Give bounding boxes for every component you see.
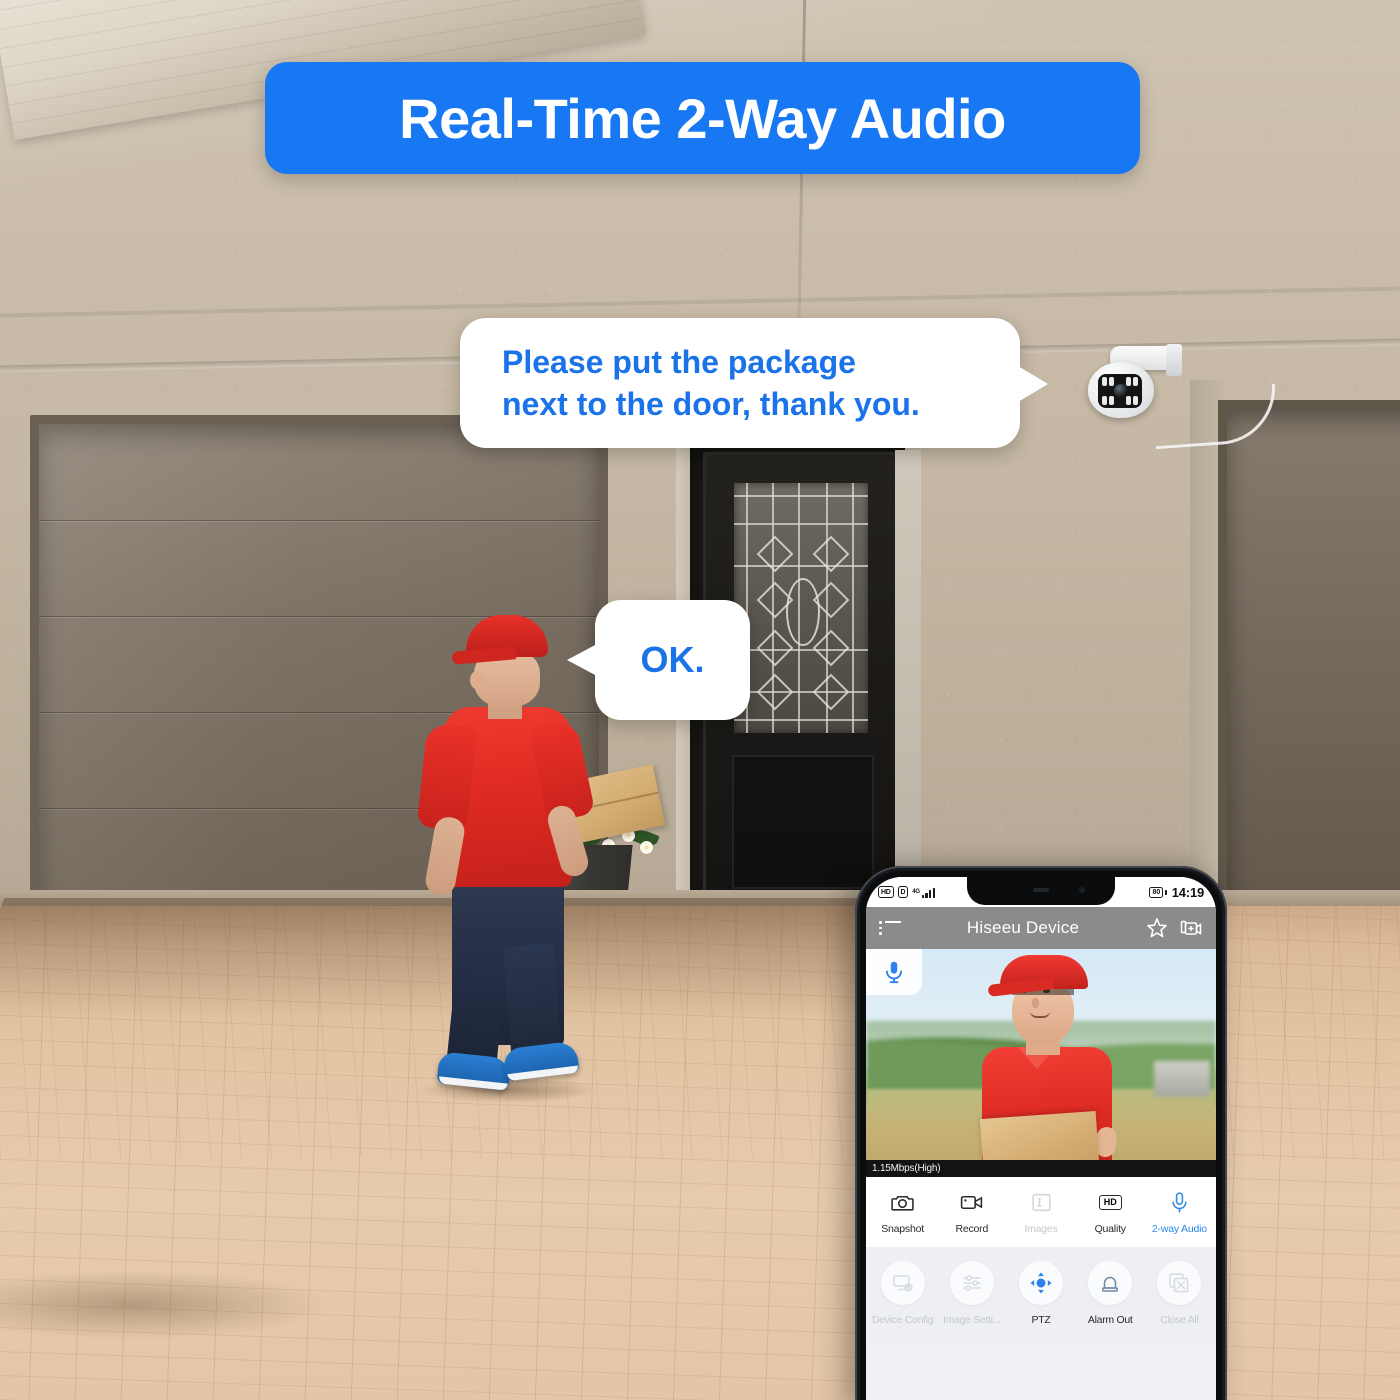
secondary-controls-row: Device Config Image Setti... PTZ Alarm O… [866, 1247, 1216, 1342]
list-menu-icon[interactable] [879, 920, 901, 936]
door-lower-panel [732, 755, 874, 889]
control-device-config[interactable]: Device Config [868, 1261, 937, 1326]
door-glass-oval [786, 578, 820, 646]
control-images[interactable]: Images [1006, 1189, 1075, 1235]
sim-indicator: D [897, 886, 909, 898]
video-camera-icon [957, 1189, 987, 1216]
control-label: Device Config [871, 1314, 934, 1326]
delivery-man-with-package [960, 955, 1136, 1177]
hd-indicator: HD [878, 886, 894, 898]
earpiece-speaker [1033, 888, 1049, 892]
control-label: Image Setti... [942, 1314, 1001, 1326]
phone-screen: HD D 4G 80 14:19 Hiseeu Device 1.15Mbps(… [866, 877, 1216, 1400]
control-close-all[interactable]: Close All [1145, 1261, 1214, 1326]
camera-speech-bubble: Please put the package next to the door,… [460, 318, 1048, 448]
ground-shadow-blob [0, 1270, 330, 1340]
garage-door-right [1218, 400, 1400, 908]
front-camera [1079, 887, 1085, 893]
siren-icon [1088, 1261, 1133, 1305]
control-ptz[interactable]: PTZ [1006, 1261, 1075, 1326]
control-label: Snapshot [881, 1223, 924, 1235]
control-alarm-out[interactable]: Alarm Out [1076, 1261, 1145, 1326]
camera-speech-line2: next to the door, thank you. [502, 386, 920, 422]
battery-icon: 80 [1149, 886, 1167, 898]
camera-speech-line1: Please put the package [502, 343, 856, 380]
control-quality[interactable]: HD Quality [1076, 1189, 1145, 1235]
person-speech-bubble: OK. [567, 600, 750, 720]
primary-controls-row: Snapshot Record Images HD Quality 2-way … [866, 1177, 1216, 1247]
sliders-icon [949, 1261, 994, 1305]
microphone-icon[interactable] [866, 949, 922, 995]
camera-icon [888, 1189, 918, 1216]
hd-badge-icon: HD [1095, 1189, 1125, 1216]
star-icon[interactable] [1145, 916, 1169, 940]
add-camera-view-icon[interactable] [1179, 916, 1203, 940]
app-header: Hiseeu Device [866, 907, 1216, 949]
image-icon [1026, 1189, 1056, 1216]
control-label: Quality [1094, 1223, 1126, 1235]
page-title: Real-Time 2-Way Audio [399, 86, 1006, 150]
person-speech-text: OK. [640, 639, 705, 680]
control-2way-audio[interactable]: 2-way Audio [1145, 1189, 1214, 1235]
control-record[interactable]: Record [937, 1189, 1006, 1235]
door-sidelight [895, 450, 921, 910]
live-video-feed[interactable]: 1.15Mbps(High) [866, 949, 1216, 1177]
device-title: Hiseeu Device [966, 918, 1080, 937]
microphone-icon [1164, 1189, 1194, 1216]
feed-background-house [1154, 1061, 1210, 1097]
phone-notch [967, 877, 1115, 905]
network-type-label: 4G [912, 889, 920, 895]
control-label: 2-way Audio [1151, 1223, 1207, 1235]
control-label: PTZ [1031, 1314, 1051, 1326]
bubble-tail-left [567, 644, 597, 676]
signal-bars-icon [921, 887, 936, 898]
bubble-tail-right [1018, 366, 1048, 402]
device-config-icon [880, 1261, 925, 1305]
ptz-security-camera-icon [1082, 344, 1279, 450]
control-image-settings[interactable]: Image Setti... [937, 1261, 1006, 1326]
door-glass-panel [734, 483, 868, 733]
control-label: Record [955, 1223, 989, 1235]
headline-badge: Real-Time 2-Way Audio [265, 62, 1140, 174]
bitrate-label: 1.15Mbps(High) [866, 1160, 1216, 1177]
battery-level-label: 80 [1149, 886, 1164, 898]
smartphone-mockup: HD D 4G 80 14:19 Hiseeu Device 1.15Mbps(… [855, 866, 1227, 1400]
control-label: Close All [1160, 1314, 1199, 1326]
close-all-icon [1157, 1261, 1202, 1305]
poster-canvas: Real-Time 2-Way Audio Please put the pac… [0, 0, 1400, 1400]
status-bar-clock: 14:19 [1171, 884, 1204, 900]
control-snapshot[interactable]: Snapshot [868, 1189, 937, 1235]
delivery-person-figure [408, 615, 666, 1103]
ptz-dpad-icon [1019, 1261, 1063, 1305]
control-label: Alarm Out [1087, 1314, 1133, 1326]
control-label: Images [1024, 1223, 1058, 1235]
